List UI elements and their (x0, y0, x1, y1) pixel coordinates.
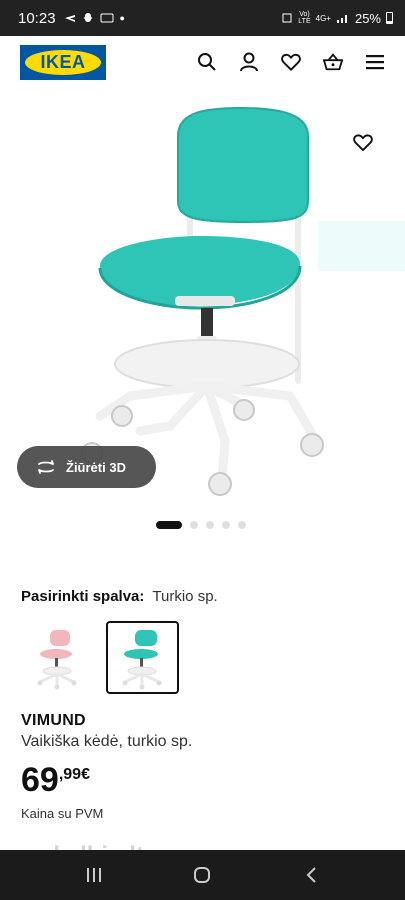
basket-icon[interactable] (323, 52, 343, 72)
account-icon[interactable] (239, 52, 259, 72)
signal-icon (336, 15, 347, 23)
color-value: Turkio sp. (152, 588, 218, 605)
product-image-chair[interactable] (0, 96, 405, 506)
color-selection-row: Pasirinkti spalva: Turkio sp. (21, 588, 218, 605)
chair-thumbnail-pink (37, 629, 76, 689)
view-3d-button[interactable]: Žiūrėti 3D (17, 446, 156, 488)
airplane-icon (64, 15, 75, 22)
carousel-dot-1[interactable] (156, 521, 182, 529)
price-currency: € (81, 766, 90, 783)
site-header: IKEA (0, 36, 405, 88)
recent-apps-button[interactable] (74, 855, 114, 895)
carousel-dot-2[interactable] (190, 521, 198, 529)
vat-note: Kaina su PVM (21, 806, 104, 821)
header-actions (197, 52, 385, 72)
dot-indicator: ● (119, 13, 125, 23)
notification-icons: ● (64, 12, 125, 24)
wishlist-icon[interactable] (281, 52, 301, 72)
carousel-indicator (156, 521, 246, 529)
volte-bottom: LTE (298, 18, 311, 25)
recent-apps-icon (87, 868, 102, 882)
chair-thumbnail-turquoise (122, 629, 161, 689)
back-button[interactable] (291, 855, 331, 895)
network-gen: 4G+ (315, 13, 331, 23)
price-integer: 69 (21, 761, 59, 799)
alarm-icon (282, 13, 292, 23)
home-icon (194, 867, 211, 883)
product-name[interactable]: VIMUND (21, 712, 86, 730)
product-price: 69 ,99 € (21, 760, 90, 800)
carousel-dot-4[interactable] (222, 521, 230, 529)
color-swatch-pink[interactable] (21, 621, 94, 694)
ikea-logo-text: IKEA (25, 49, 101, 75)
color-swatches (21, 621, 179, 694)
app-notification-icon (100, 13, 114, 23)
status-right: Vo) LTE 4G+ 25% (281, 11, 393, 26)
color-label: Pasirinkti spalva: (21, 588, 145, 605)
carousel-dot-3[interactable] (206, 521, 214, 529)
ikea-logo[interactable]: IKEA (20, 44, 106, 80)
system-nav-bar (0, 850, 405, 900)
price-cents: ,99 (58, 766, 82, 783)
snapchat-icon (83, 13, 93, 22)
search-icon[interactable] (197, 52, 217, 72)
heart-icon (353, 134, 373, 152)
back-icon (306, 867, 316, 883)
menu-icon[interactable] (365, 52, 385, 72)
volte-top: Vo) (299, 11, 310, 18)
color-swatch-turquoise[interactable] (106, 621, 179, 694)
product-description: Vaikiška kėdė, turkio sp. (21, 733, 193, 750)
add-to-wishlist-button[interactable] (350, 130, 376, 156)
battery-icon (386, 12, 393, 24)
battery-percent: 25% (354, 10, 381, 26)
home-button[interactable] (182, 855, 222, 895)
view-3d-label: Žiūrėti 3D (66, 459, 126, 475)
status-time: 10:23 (18, 9, 56, 27)
status-bar: 10:23 ● Vo) LTE 4G+ 25% (0, 0, 405, 36)
volte-indicator: Vo) LTE (298, 11, 310, 25)
rotate-3d-icon (38, 460, 54, 474)
carousel-dot-5[interactable] (238, 521, 246, 529)
